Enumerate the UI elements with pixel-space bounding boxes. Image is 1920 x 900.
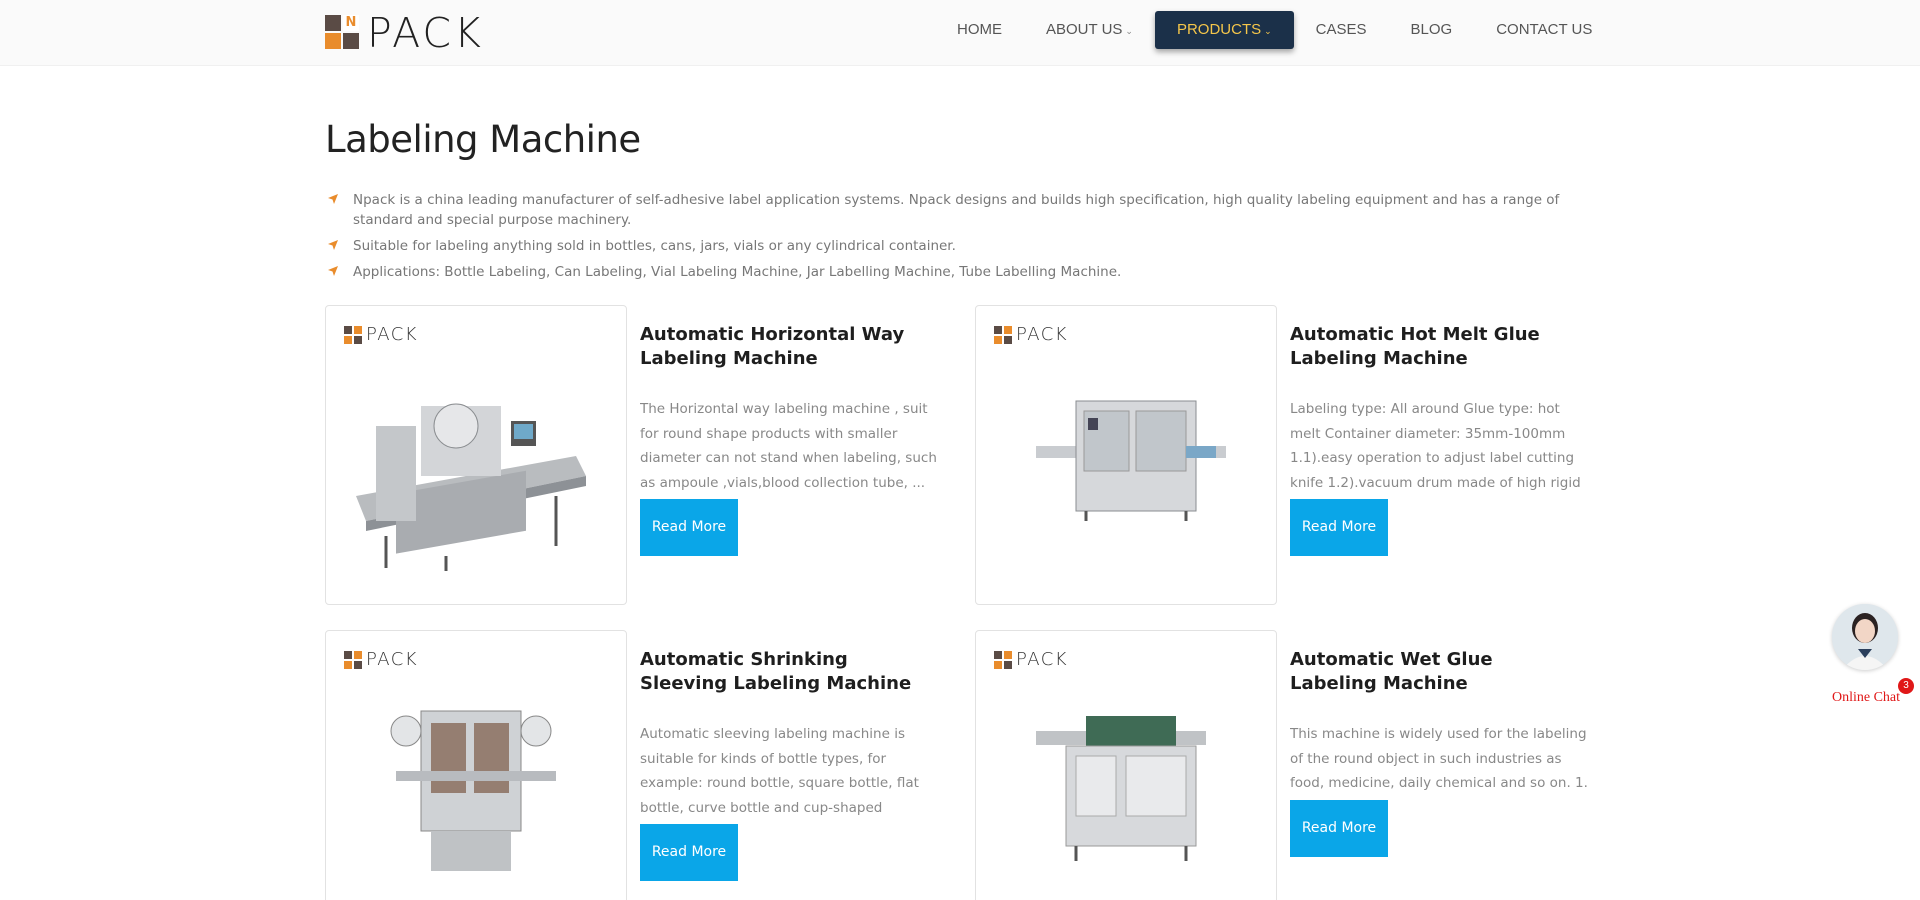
agent-avatar-icon xyxy=(1832,604,1898,670)
intro-item: Suitable for labeling anything sold in b… xyxy=(325,236,1595,256)
product-image[interactable]: PACK xyxy=(975,305,1277,605)
nav-contact-label: CONTACT US xyxy=(1496,21,1593,38)
chat-agent-avatar[interactable] xyxy=(1832,604,1898,670)
product-image[interactable]: PACK xyxy=(325,305,627,605)
nav-item-products[interactable]: PRODUCTS ⌄ xyxy=(1154,11,1294,49)
site-logo[interactable]: N PACK xyxy=(325,12,484,54)
intro-item: Applications: Bottle Labeling, Can Label… xyxy=(325,262,1595,282)
intro-text: Applications: Bottle Labeling, Can Label… xyxy=(353,264,1122,280)
online-chat-widget[interactable]: 3 Online Chat xyxy=(1826,598,1914,708)
intro-text: Suitable for labeling anything sold in b… xyxy=(353,238,956,254)
nav-item-blog[interactable]: BLOG xyxy=(1389,11,1475,49)
intro-text: Npack is a china leading manufacturer of… xyxy=(353,192,1560,228)
nav-item-cases[interactable]: CASES xyxy=(1294,11,1389,49)
site-header: N PACK HOME ABOUT US ⌄ PRODUCTS ⌄ CASES BL… xyxy=(0,0,1920,66)
product-card: PACK Automatic Shrinking Sleeving Labeli… xyxy=(325,630,927,900)
read-more-button[interactable]: Read More xyxy=(1290,499,1388,556)
logo-mark-icon: N xyxy=(325,15,361,51)
nav-item-about-us[interactable]: ABOUT US ⌄ xyxy=(1024,11,1155,49)
horizontal-labeling-machine-image xyxy=(356,403,586,571)
chevron-down-icon: ⌄ xyxy=(1125,26,1133,36)
chat-label[interactable]: Online Chat xyxy=(1826,690,1906,706)
shrink-sleeving-machine-image xyxy=(390,710,556,871)
arrow-icon xyxy=(328,194,338,204)
product-card: PACK Automatic Horizontal Way Labeling M… xyxy=(325,305,937,607)
intro-item: Npack is a china leading manufacturer of… xyxy=(325,190,1595,230)
nav-cases-label: CASES xyxy=(1315,21,1367,38)
read-more-button[interactable]: Read More xyxy=(640,499,738,556)
product-image[interactable]: PACK xyxy=(325,630,627,900)
product-card: PACK Automatic Hot Melt Glue Labeling Ma… xyxy=(975,305,1581,607)
read-more-button[interactable]: Read More xyxy=(640,824,738,881)
logo-letter: N xyxy=(343,15,359,31)
logo-wordmark: PACK xyxy=(367,9,484,57)
chevron-down-icon: ⌄ xyxy=(1264,26,1272,36)
product-image[interactable]: PACK xyxy=(975,630,1277,900)
nav-blog-label: BLOG xyxy=(1410,21,1453,38)
read-more-button[interactable]: Read More xyxy=(1290,800,1388,857)
product-description: Automatic sleeving labeling machine is s… xyxy=(640,726,919,816)
hot-melt-labeling-machine-image xyxy=(1036,400,1226,521)
page-title: Labeling Machine xyxy=(325,118,641,161)
product-card: PACK Automatic Wet Glue Labeling Machine… xyxy=(975,630,1588,900)
product-description: Labeling type: All around Glue type: hot… xyxy=(1290,401,1581,491)
intro-list: Npack is a china leading manufacturer of… xyxy=(325,190,1595,288)
nav-item-contact-us[interactable]: CONTACT US xyxy=(1474,11,1614,49)
nav-home-label: HOME xyxy=(957,21,1002,38)
product-title[interactable]: Automatic Horizontal Way Labeling Machin… xyxy=(640,323,930,371)
nav-item-home[interactable]: HOME xyxy=(935,11,1024,49)
arrow-icon xyxy=(328,266,338,276)
product-title[interactable]: Automatic Hot Melt Glue Labeling Machine xyxy=(1290,323,1580,371)
nav-about-label: ABOUT US xyxy=(1046,21,1123,38)
product-title[interactable]: Automatic Shrinking Sleeving Labeling Ma… xyxy=(640,648,930,696)
main-nav: HOME ABOUT US ⌄ PRODUCTS ⌄ CASES BLOG CONT… xyxy=(935,11,1614,49)
product-title[interactable]: Automatic Wet Glue Labeling Machine xyxy=(1290,648,1580,696)
nav-products-label: PRODUCTS xyxy=(1176,21,1262,38)
wet-glue-labeling-machine-image xyxy=(1036,716,1206,861)
arrow-icon xyxy=(328,240,338,250)
product-description: The Horizontal way labeling machine , su… xyxy=(640,401,937,491)
